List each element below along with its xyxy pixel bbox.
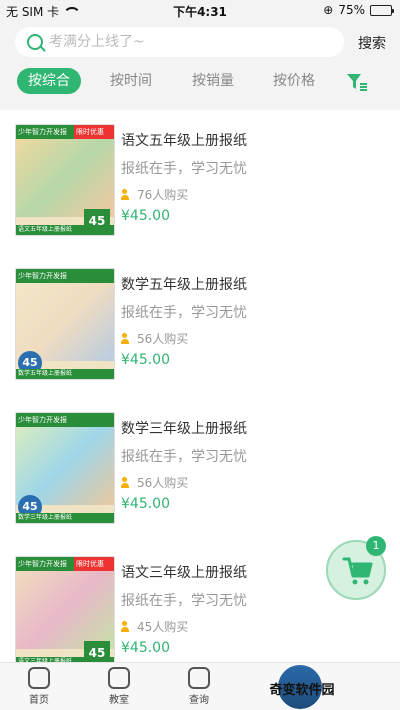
people-icon <box>121 620 133 633</box>
product-cover[interactable]: 少年智力开发报 45 数学三年级上册报纸 <box>15 412 115 524</box>
search-input[interactable] <box>49 34 309 50</box>
cover-promo: 限时优惠 <box>74 557 114 571</box>
product-cover[interactable]: 少年智力开发报 限时优惠 45 语文五年级上册报纸 <box>15 124 115 236</box>
cart-icon <box>342 557 373 585</box>
buyers-count: 76人购买 <box>137 188 189 202</box>
header: 搜索 按综合 按时间 按销量 按价格 <box>0 22 400 110</box>
tab-sales[interactable]: 按销量 <box>181 68 245 94</box>
cover-brand: 少年智力开发报 <box>16 125 74 139</box>
status-bar: 无 SIM 卡 下午4:31 ⊕ 75% <box>0 0 400 22</box>
people-icon <box>121 476 133 489</box>
search-button[interactable]: 搜索 <box>358 33 386 53</box>
cover-foot: 数学三年级上册报纸 <box>16 513 114 523</box>
product-buyers: 56人购买 <box>121 474 188 491</box>
cover-brand: 少年智力开发报 <box>16 269 114 283</box>
product-title[interactable]: 数学五年级上册报纸 <box>121 274 247 294</box>
cover-foot: 语文五年级上册报纸 <box>16 225 114 235</box>
orientation-lock-icon: ⊕ <box>323 3 334 17</box>
product-cover[interactable]: 少年智力开发报 限时优惠 45 语文三年级上册报纸 <box>15 556 115 668</box>
product-item[interactable]: 少年智力开发报 45 数学五年级上册报纸 数学五年级上册报纸 报纸在手，学习无忧… <box>0 262 400 392</box>
cart-count-badge: 1 <box>366 536 386 556</box>
product-subtitle: 报纸在手，学习无忧 <box>121 161 247 177</box>
product-buyers: 76人购买 <box>121 186 188 203</box>
cover-art <box>16 283 114 361</box>
cover-foot: 数学五年级上册报纸 <box>16 369 114 379</box>
tabbar-label: 查询 <box>189 695 209 706</box>
tab-price[interactable]: 按价格 <box>262 68 326 94</box>
cover-banner: 少年智力开发报 限时优惠 <box>16 557 114 571</box>
battery-icon <box>370 4 394 16</box>
product-subtitle: 报纸在手，学习无忧 <box>121 593 247 609</box>
product-title[interactable]: 语文五年级上册报纸 <box>121 130 247 150</box>
tabbar-label: 教室 <box>109 695 129 706</box>
watermark-logo: 奇变软件园 <box>262 665 342 709</box>
cover-banner: 少年智力开发报 限时优惠 <box>16 125 114 139</box>
buyers-count: 45人购买 <box>137 620 189 634</box>
product-cover[interactable]: 少年智力开发报 45 数学五年级上册报纸 <box>15 268 115 380</box>
product-item[interactable]: 少年智力开发报 限时优惠 45 语文五年级上册报纸 语文五年级上册报纸 报纸在手… <box>0 118 400 248</box>
product-subtitle: 报纸在手，学习无忧 <box>121 449 247 465</box>
cover-promo: 限时优惠 <box>74 125 114 139</box>
tabbar-item-home[interactable]: 首页 <box>14 667 64 706</box>
product-price: ¥45.00 <box>121 208 170 224</box>
product-item[interactable]: 少年智力开发报 45 数学三年级上册报纸 数学三年级上册报纸 报纸在手，学习无忧… <box>0 406 400 536</box>
product-price: ¥45.00 <box>121 640 170 656</box>
people-icon <box>121 332 133 345</box>
product-subtitle: 报纸在手，学习无忧 <box>121 305 247 321</box>
status-right: ⊕ 75% <box>323 3 394 17</box>
filter-icon[interactable] <box>346 72 368 92</box>
home-icon <box>28 667 50 689</box>
buyers-count: 56人购买 <box>137 476 189 490</box>
tab-time[interactable]: 按时间 <box>99 68 163 94</box>
battery-percent: 75% <box>338 3 365 17</box>
watermark-text: 奇变软件园 <box>269 683 335 698</box>
cover-brand: 少年智力开发报 <box>16 557 74 571</box>
people-icon <box>121 188 133 201</box>
tab-comprehensive[interactable]: 按综合 <box>17 68 81 94</box>
buyers-count: 56人购买 <box>137 332 189 346</box>
tabbar-item-query[interactable]: 查询 <box>174 667 224 706</box>
product-title[interactable]: 数学三年级上册报纸 <box>121 418 247 438</box>
cover-banner: 少年智力开发报 <box>16 269 114 283</box>
cover-art <box>16 139 114 217</box>
product-title[interactable]: 语文三年级上册报纸 <box>121 562 247 582</box>
product-buyers: 45人购买 <box>121 618 188 635</box>
cover-art <box>16 571 114 649</box>
product-price: ¥45.00 <box>121 352 170 368</box>
tabbar-item-classroom[interactable]: 教室 <box>94 667 144 706</box>
cover-banner: 少年智力开发报 <box>16 413 114 427</box>
search-box[interactable] <box>15 27 344 57</box>
search-icon <box>27 34 43 50</box>
sort-tabs: 按综合 按时间 按销量 按价格 <box>0 68 400 96</box>
cover-brand: 少年智力开发报 <box>16 413 114 427</box>
tabbar-label: 首页 <box>29 695 49 706</box>
classroom-icon <box>108 667 130 689</box>
product-buyers: 56人购买 <box>121 330 188 347</box>
product-price: ¥45.00 <box>121 496 170 512</box>
cover-art <box>16 427 114 505</box>
query-icon <box>188 667 210 689</box>
